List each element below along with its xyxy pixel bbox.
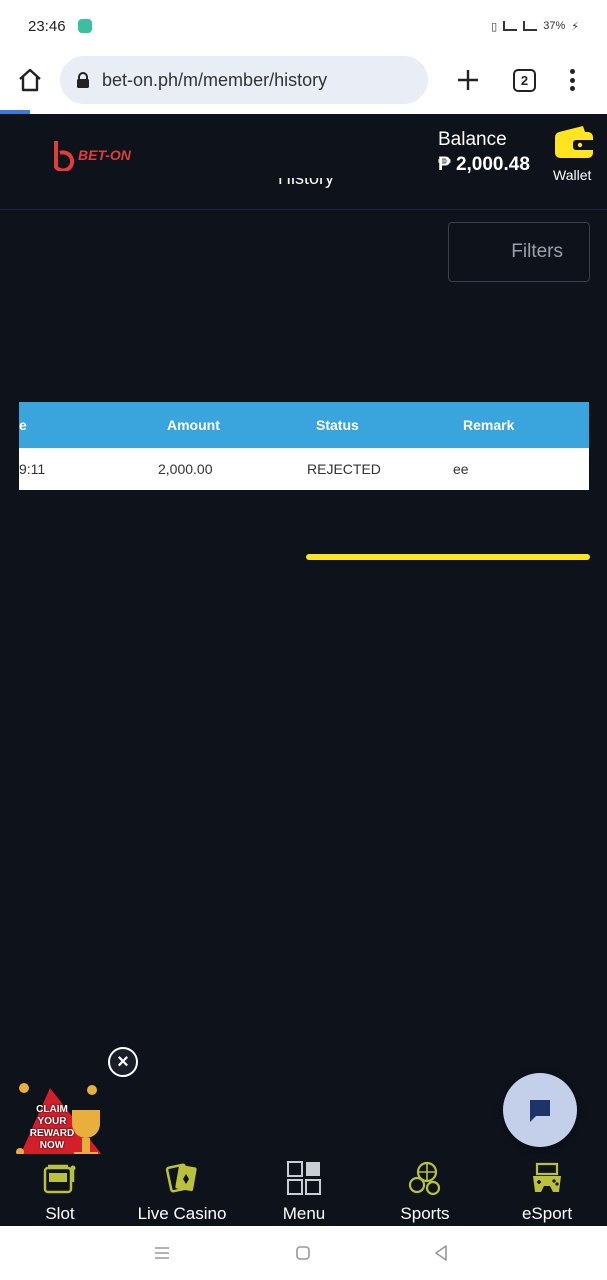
page-title: History: [278, 178, 335, 188]
browser-toolbar: bet-on.ph/m/member/history 2: [0, 52, 607, 110]
site-header: BET-ON History Balance ₱ 2,000.48 Wallet: [0, 114, 607, 210]
recent-apps-icon[interactable]: [153, 1244, 171, 1262]
new-tab-icon[interactable]: [454, 66, 482, 94]
status-bar: 23:46 ▯ 37% ⚡: [0, 0, 607, 52]
signal-icon: [503, 21, 518, 31]
cell-remark: ee: [453, 461, 469, 477]
column-header-status: Status: [316, 417, 359, 433]
nav-label-live-casino: Live Casino: [137, 1204, 227, 1223]
app-notification-icon: [77, 19, 92, 33]
url-field[interactable]: bet-on.ph/m/member/history: [60, 56, 428, 104]
logo-mark-icon: [54, 141, 75, 171]
nav-label-esport: eSport: [521, 1204, 573, 1223]
nav-item-slot[interactable]: Slot: [0, 1160, 120, 1224]
status-time: 23:46: [28, 17, 66, 35]
lock-icon: [77, 72, 89, 88]
promo-text[interactable]: CLAIM YOUR REWARD NOW: [22, 1104, 82, 1152]
home-icon[interactable]: [16, 66, 44, 94]
bottom-nav: Slot Live Casino Menu Sports eSport: [0, 1154, 607, 1226]
chat-icon: [530, 1100, 550, 1122]
url-text: bet-on.ph/m/member/history: [102, 69, 328, 90]
system-nav-bar: [0, 1226, 607, 1280]
nav-item-live-casino[interactable]: Live Casino: [122, 1160, 242, 1224]
nav-label-sports: Sports: [400, 1204, 450, 1223]
more-menu-icon[interactable]: [560, 66, 584, 94]
charging-icon: ⚡: [571, 20, 579, 33]
battery-level: 37%: [543, 20, 566, 32]
cell-status: REJECTED: [307, 461, 381, 477]
table-header: e Amount Status Remark: [19, 402, 589, 448]
vibrate-icon: ▯: [491, 20, 498, 33]
column-header-date: e: [19, 417, 27, 433]
status-right: ▯ 37% ⚡: [491, 20, 579, 33]
logo-text: BET-ON: [78, 147, 131, 163]
tab-switcher-button[interactable]: 2: [513, 69, 536, 92]
cell-time: 9:11: [19, 461, 46, 477]
home-nav-icon[interactable]: [294, 1244, 312, 1262]
balance-amount: ₱ 2,000.48: [438, 154, 530, 175]
cards-icon: [165, 1163, 197, 1193]
nav-item-esport[interactable]: eSport: [487, 1160, 607, 1224]
gamepad-icon: [533, 1162, 561, 1192]
column-header-amount: Amount: [167, 417, 220, 433]
logo[interactable]: BET-ON: [14, 136, 164, 174]
back-arrow-icon[interactable]: [20, 184, 30, 196]
chat-button[interactable]: [503, 1073, 577, 1147]
signal-icon-2: [523, 21, 538, 31]
column-header-remark: Remark: [463, 417, 515, 433]
nav-label-menu: Menu: [282, 1204, 326, 1223]
table-row[interactable]: 9:11 2,000.00 REJECTED ee: [19, 448, 589, 490]
back-nav-icon[interactable]: [432, 1244, 450, 1262]
history-table: e Amount Status Remark 9:11 2,000.00 REJ…: [19, 402, 589, 490]
balance-label: Balance: [438, 129, 507, 150]
balls-icon: [408, 1161, 441, 1196]
wallet-label[interactable]: Wallet: [553, 167, 591, 183]
nav-label-slot: Slot: [45, 1204, 75, 1223]
nav-item-sports[interactable]: Sports: [365, 1160, 485, 1224]
cell-amount: 2,000.00: [158, 461, 213, 477]
grid-icon: [287, 1161, 321, 1195]
yellow-scroll-indicator: [306, 554, 590, 560]
close-icon[interactable]: ×: [108, 1047, 138, 1077]
filters-button[interactable]: Filters: [448, 222, 590, 282]
wallet-icon[interactable]: [553, 126, 595, 160]
slot-machine-icon: [43, 1164, 76, 1194]
nav-item-menu[interactable]: Menu: [244, 1160, 364, 1224]
